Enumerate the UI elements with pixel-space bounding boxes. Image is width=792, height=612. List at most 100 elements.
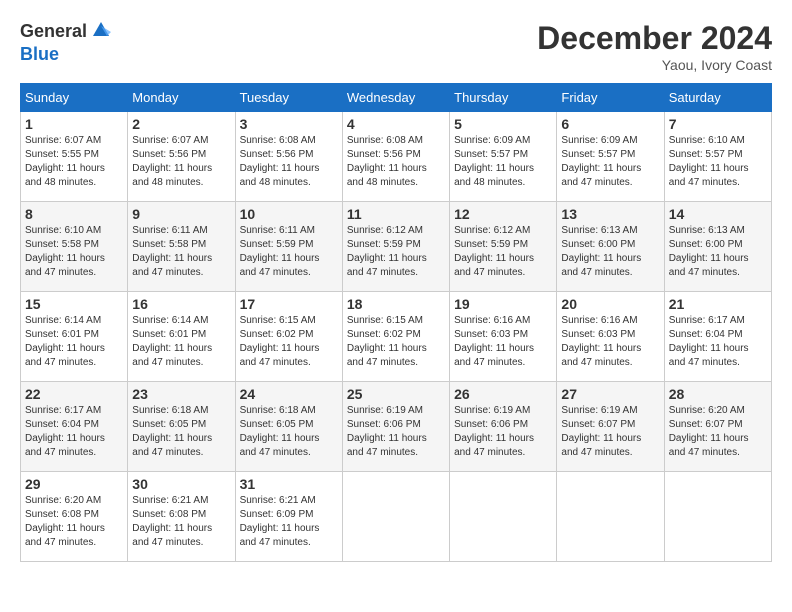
- day-info: Sunrise: 6:15 AMSunset: 6:02 PMDaylight:…: [240, 314, 338, 370]
- day-number: 14: [669, 206, 767, 222]
- logo: General Blue: [20, 20, 113, 66]
- weekday-sunday: Sunday: [21, 84, 128, 112]
- day-info: Sunrise: 6:07 AMSunset: 5:55 PMDaylight:…: [25, 134, 123, 190]
- day-info: Sunrise: 6:08 AMSunset: 5:56 PMDaylight:…: [240, 134, 338, 190]
- day-cell: 22 Sunrise: 6:17 AMSunset: 6:04 PMDayligh…: [21, 382, 128, 472]
- day-cell: 4Sunrise: 6:08 AMSunset: 5:56 PMDaylight…: [342, 112, 449, 202]
- day-cell: 24 Sunrise: 6:18 AMSunset: 6:05 PMDayligh…: [235, 382, 342, 472]
- day-number: 8: [25, 206, 123, 222]
- month-title: December 2024: [537, 20, 772, 57]
- week-row-1: 1 Sunrise: 6:07 AMSunset: 5:55 PMDaylight…: [21, 112, 772, 202]
- day-cell: 12 Sunrise: 6:12 AMSunset: 5:59 PMDayligh…: [450, 202, 557, 292]
- day-number: 30: [132, 476, 230, 492]
- day-info: Sunrise: 6:16 AMSunset: 6:03 PMDaylight:…: [454, 314, 552, 370]
- day-cell: 27 Sunrise: 6:19 AMSunset: 6:07 PMDayligh…: [557, 382, 664, 472]
- day-number: 29: [25, 476, 123, 492]
- day-number: 13: [561, 206, 659, 222]
- day-number: 5: [454, 116, 552, 132]
- day-cell: [664, 472, 771, 562]
- day-cell: 29 Sunrise: 6:20 AMSunset: 6:08 PMDayligh…: [21, 472, 128, 562]
- day-number: 25: [347, 386, 445, 402]
- day-cell: 26 Sunrise: 6:19 AMSunset: 6:06 PMDayligh…: [450, 382, 557, 472]
- day-number: 23: [132, 386, 230, 402]
- weekday-saturday: Saturday: [664, 84, 771, 112]
- day-number: 11: [347, 206, 445, 222]
- day-info: Sunrise: 6:19 AMSunset: 6:06 PMDaylight:…: [454, 404, 552, 460]
- day-number: 15: [25, 296, 123, 312]
- day-info: Sunrise: 6:17 AMSunset: 6:04 PMDaylight:…: [25, 404, 123, 460]
- day-cell: 3 Sunrise: 6:08 AMSunset: 5:56 PMDaylight…: [235, 112, 342, 202]
- day-info: Sunrise: 6:18 AMSunset: 6:05 PMDaylight:…: [240, 404, 338, 460]
- day-number: 28: [669, 386, 767, 402]
- day-cell: 9Sunrise: 6:11 AMSunset: 5:58 PMDaylight…: [128, 202, 235, 292]
- day-info: Sunrise: 6:19 AMSunset: 6:06 PMDaylight:…: [347, 404, 445, 460]
- day-number: 18: [347, 296, 445, 312]
- day-cell: [450, 472, 557, 562]
- day-cell: 19 Sunrise: 6:16 AMSunset: 6:03 PMDayligh…: [450, 292, 557, 382]
- day-cell: 7 Sunrise: 6:10 AMSunset: 5:57 PMDaylight…: [664, 112, 771, 202]
- weekday-wednesday: Wednesday: [342, 84, 449, 112]
- day-number: 27: [561, 386, 659, 402]
- day-info: Sunrise: 6:19 AMSunset: 6:07 PMDaylight:…: [561, 404, 659, 460]
- day-cell: 30Sunrise: 6:21 AMSunset: 6:08 PMDayligh…: [128, 472, 235, 562]
- day-info: Sunrise: 6:18 AMSunset: 6:05 PMDaylight:…: [132, 404, 230, 460]
- day-number: 24: [240, 386, 338, 402]
- day-cell: 17Sunrise: 6:15 AMSunset: 6:02 PMDayligh…: [235, 292, 342, 382]
- day-cell: [342, 472, 449, 562]
- day-info: Sunrise: 6:12 AMSunset: 5:59 PMDaylight:…: [454, 224, 552, 280]
- day-number: 4: [347, 116, 445, 132]
- day-number: 3: [240, 116, 338, 132]
- day-number: 2: [132, 116, 230, 132]
- day-info: Sunrise: 6:20 AMSunset: 6:08 PMDaylight:…: [25, 494, 123, 550]
- day-cell: 23 Sunrise: 6:18 AMSunset: 6:05 PMDayligh…: [128, 382, 235, 472]
- day-number: 16: [132, 296, 230, 312]
- day-cell: [557, 472, 664, 562]
- day-cell: 1 Sunrise: 6:07 AMSunset: 5:55 PMDaylight…: [21, 112, 128, 202]
- calendar: SundayMondayTuesdayWednesdayThursdayFrid…: [20, 83, 772, 562]
- day-cell: 16 Sunrise: 6:14 AMSunset: 6:01 PMDayligh…: [128, 292, 235, 382]
- day-info: Sunrise: 6:13 AMSunset: 6:00 PMDaylight:…: [561, 224, 659, 280]
- day-info: Sunrise: 6:20 AMSunset: 6:07 PMDaylight:…: [669, 404, 767, 460]
- day-number: 21: [669, 296, 767, 312]
- day-cell: 5Sunrise: 6:09 AMSunset: 5:57 PMDaylight…: [450, 112, 557, 202]
- day-info: Sunrise: 6:16 AMSunset: 6:03 PMDaylight:…: [561, 314, 659, 370]
- day-number: 1: [25, 116, 123, 132]
- day-number: 20: [561, 296, 659, 312]
- day-number: 7: [669, 116, 767, 132]
- logo-general: General: [20, 21, 87, 43]
- day-info: Sunrise: 6:11 AMSunset: 5:59 PMDaylight:…: [240, 224, 338, 280]
- week-row-3: 15 Sunrise: 6:14 AMSunset: 6:01 PMDayligh…: [21, 292, 772, 382]
- logo-icon: [89, 18, 113, 42]
- day-cell: 2 Sunrise: 6:07 AMSunset: 5:56 PMDaylight…: [128, 112, 235, 202]
- day-info: Sunrise: 6:10 AMSunset: 5:57 PMDaylight:…: [669, 134, 767, 190]
- day-cell: 8 Sunrise: 6:10 AMSunset: 5:58 PMDaylight…: [21, 202, 128, 292]
- day-cell: 28 Sunrise: 6:20 AMSunset: 6:07 PMDayligh…: [664, 382, 771, 472]
- calendar-body: 1 Sunrise: 6:07 AMSunset: 5:55 PMDaylight…: [21, 112, 772, 562]
- day-number: 26: [454, 386, 552, 402]
- day-cell: 20 Sunrise: 6:16 AMSunset: 6:03 PMDayligh…: [557, 292, 664, 382]
- day-info: Sunrise: 6:15 AMSunset: 6:02 PMDaylight:…: [347, 314, 445, 370]
- title-section: December 2024 Yaou, Ivory Coast: [537, 20, 772, 73]
- page-header: General Blue December 2024 Yaou, Ivory C…: [20, 20, 772, 73]
- day-info: Sunrise: 6:13 AMSunset: 6:00 PMDaylight:…: [669, 224, 767, 280]
- weekday-header: SundayMondayTuesdayWednesdayThursdayFrid…: [21, 84, 772, 112]
- day-info: Sunrise: 6:09 AMSunset: 5:57 PMDaylight:…: [561, 134, 659, 190]
- day-cell: 25 Sunrise: 6:19 AMSunset: 6:06 PMDayligh…: [342, 382, 449, 472]
- day-info: Sunrise: 6:10 AMSunset: 5:58 PMDaylight:…: [25, 224, 123, 280]
- weekday-friday: Friday: [557, 84, 664, 112]
- day-number: 19: [454, 296, 552, 312]
- weekday-thursday: Thursday: [450, 84, 557, 112]
- day-number: 12: [454, 206, 552, 222]
- day-cell: 31Sunrise: 6:21 AMSunset: 6:09 PMDayligh…: [235, 472, 342, 562]
- day-info: Sunrise: 6:07 AMSunset: 5:56 PMDaylight:…: [132, 134, 230, 190]
- day-info: Sunrise: 6:14 AMSunset: 6:01 PMDaylight:…: [132, 314, 230, 370]
- week-row-5: 29 Sunrise: 6:20 AMSunset: 6:08 PMDayligh…: [21, 472, 772, 562]
- day-number: 22: [25, 386, 123, 402]
- logo-blue: Blue: [20, 44, 113, 66]
- day-number: 31: [240, 476, 338, 492]
- weekday-tuesday: Tuesday: [235, 84, 342, 112]
- day-cell: 10Sunrise: 6:11 AMSunset: 5:59 PMDayligh…: [235, 202, 342, 292]
- day-number: 9: [132, 206, 230, 222]
- day-info: Sunrise: 6:17 AMSunset: 6:04 PMDaylight:…: [669, 314, 767, 370]
- weekday-monday: Monday: [128, 84, 235, 112]
